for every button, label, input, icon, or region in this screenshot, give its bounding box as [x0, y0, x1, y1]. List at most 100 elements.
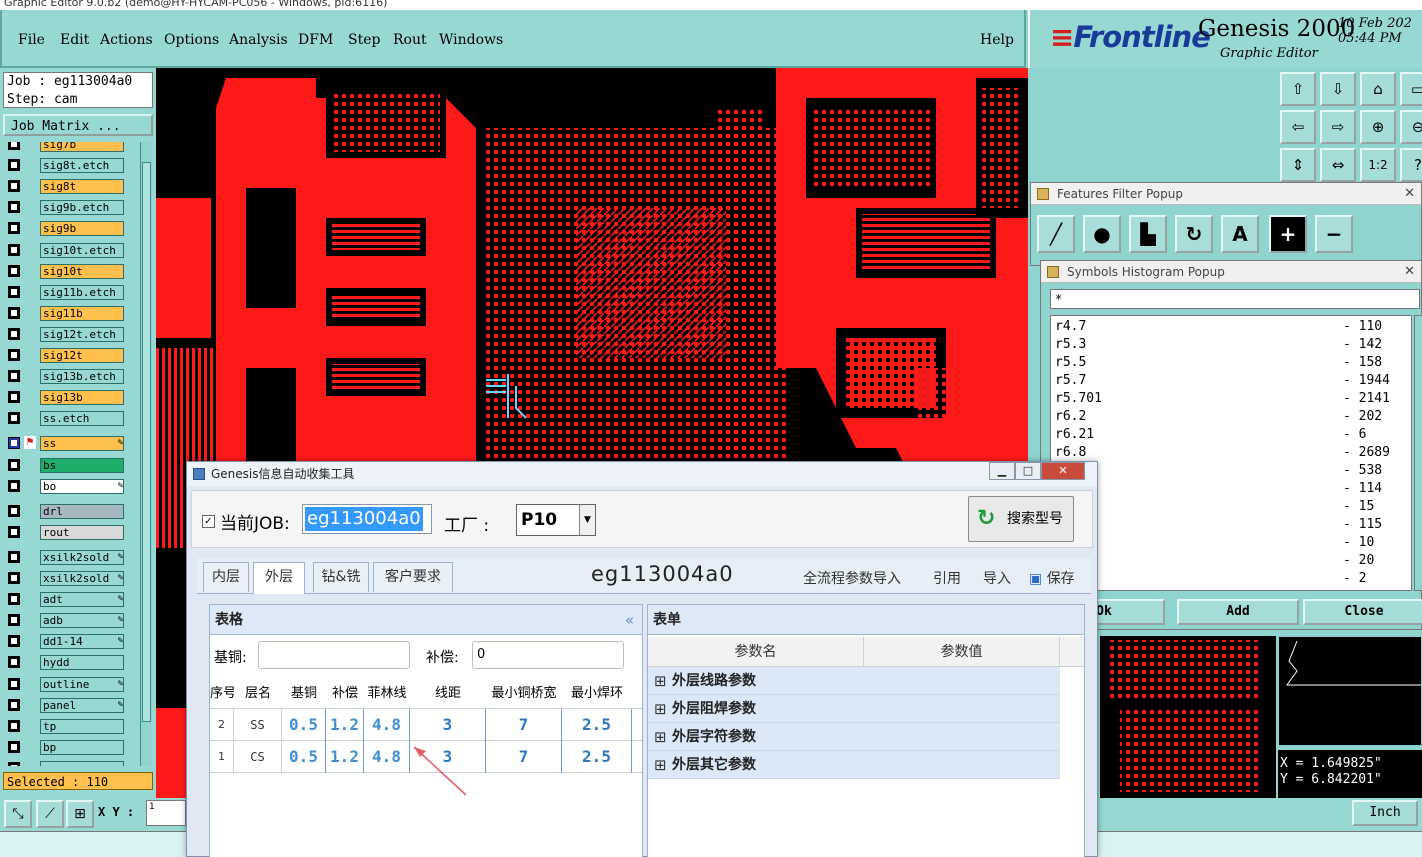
layer-name[interactable]: outline	[40, 676, 124, 692]
down-icon[interactable]: ⇩	[1320, 72, 1356, 106]
layer-row[interactable]: bp	[4, 739, 138, 755]
layer-visibility-checkbox[interactable]	[8, 458, 20, 471]
expand-icon[interactable]: ⇔	[1320, 148, 1356, 182]
col-min-ring-cell[interactable]: 2.5	[562, 709, 632, 741]
layer-visibility-checkbox[interactable]	[8, 719, 20, 732]
layer-row[interactable]: sig9b.etch	[4, 199, 138, 216]
home-icon[interactable]: ⌂	[1360, 72, 1396, 106]
add-button[interactable]: Add	[1177, 599, 1299, 625]
job-checkbox[interactable]: ✓	[202, 515, 215, 528]
symbol-row[interactable]: r6.8 - 2689	[1055, 444, 1405, 462]
expand-icon[interactable]: ⊞	[654, 723, 667, 751]
col-base-copper-cell[interactable]: 0.5	[282, 709, 326, 741]
fit-icon[interactable]: ⇕	[1280, 148, 1316, 182]
symbol-row[interactable]: r6.2 - 202	[1055, 408, 1405, 426]
layer-row[interactable]: sig8t	[4, 178, 138, 195]
col-base-copper-header[interactable]: 基铜	[282, 679, 326, 709]
layer-row[interactable]: sig12t.etch	[4, 326, 138, 342]
layer-name[interactable]: sig9b.etch	[40, 200, 124, 216]
layer-name[interactable]: sig11b.etch	[40, 284, 124, 300]
layer-name[interactable]: dd1-14	[40, 634, 124, 650]
layer-row[interactable]: sig13b.etch	[4, 368, 138, 385]
overview-map[interactable]	[1100, 636, 1276, 798]
form-scrollbar[interactable]	[1061, 667, 1083, 857]
layer-visibility-checkbox[interactable]	[8, 327, 20, 340]
layer-row[interactable]: sig7b	[4, 142, 138, 152]
layer-name[interactable]: rout	[40, 524, 124, 540]
layer-visibility-checkbox[interactable]	[8, 306, 20, 319]
layer-name[interactable]: sig8t.etch	[40, 158, 124, 174]
scale-1-2-icon[interactable]: 1:2	[1360, 148, 1396, 182]
param-group-row[interactable]: ⊞ 外层字符参数	[648, 723, 1060, 751]
menu-file[interactable]: File	[18, 32, 45, 48]
layer-name[interactable]: sig10t.etch	[40, 242, 124, 258]
menu-rout[interactable]: Rout	[393, 32, 427, 48]
layer-name[interactable]: ss	[40, 436, 124, 452]
tab-inner-layer[interactable]: 内层	[203, 562, 249, 592]
layer-name[interactable]: sig7b	[40, 142, 124, 152]
layer-row[interactable]: sig10t	[4, 263, 138, 279]
close-icon[interactable]: ✕	[1041, 462, 1085, 480]
col-layer-cell[interactable]: SS	[234, 709, 282, 741]
layer-visibility-checkbox[interactable]	[8, 243, 20, 256]
layer-visibility-checkbox[interactable]	[8, 159, 20, 172]
layer-visibility-checkbox[interactable]	[8, 698, 20, 711]
layer-row[interactable]: adt ✎	[4, 591, 138, 608]
layer-row[interactable]: panel ✎	[4, 697, 138, 713]
layer-name[interactable]: sig13b.etch	[40, 369, 124, 385]
base-copper-input[interactable]	[258, 641, 410, 669]
layer-row[interactable]: outline ✎	[4, 676, 138, 692]
symbol-row[interactable]: - 538	[1055, 462, 1405, 480]
layer-visibility-checkbox[interactable]	[8, 349, 20, 361]
menu-dfm[interactable]: DFM	[298, 32, 333, 48]
minimize-icon[interactable]: ▁	[989, 462, 1015, 480]
layer-row[interactable]: bo ✎	[4, 478, 138, 494]
layer-row[interactable]: sig12t	[4, 347, 138, 363]
surface-icon[interactable]: ▙	[1129, 215, 1167, 253]
layer-name[interactable]: xsilk2sold	[40, 549, 124, 565]
job-matrix-button[interactable]: Job Matrix ...	[3, 114, 153, 136]
close-button[interactable]: Close	[1303, 599, 1422, 625]
col-layer-header[interactable]: 层名	[234, 679, 282, 709]
menu-actions[interactable]: Actions	[100, 32, 153, 48]
layer-name[interactable]: sig12t	[40, 348, 124, 363]
symbol-row[interactable]: 1- 115	[1055, 516, 1405, 534]
col-index-cell[interactable]: 1	[210, 741, 234, 773]
symbol-list[interactable]: r4.7- 110 r5.3- 142 r5.5- 158 r5.7- 1944 r5.…	[1050, 315, 1412, 591]
layer-row[interactable]: drl	[4, 503, 138, 519]
menu-edit[interactable]: Edit	[60, 32, 89, 48]
layer-row[interactable]: hydd	[4, 654, 138, 671]
layer-row[interactable]: sig10t.etch	[4, 242, 138, 258]
col-comp-cell[interactable]: 1.2	[326, 709, 364, 741]
symbol-row[interactable]: - 2	[1055, 570, 1405, 588]
layer-row[interactable]: bs	[4, 457, 138, 473]
layer-visibility-checkbox[interactable]	[8, 593, 20, 606]
layer-visibility-checkbox[interactable]	[8, 504, 20, 517]
close-icon[interactable]: ✕	[1404, 183, 1415, 205]
layer-row[interactable]: ⚑ ss ✎	[4, 435, 138, 452]
layer-visibility-checkbox[interactable]	[8, 264, 20, 277]
layer-visibility-checkbox[interactable]	[8, 222, 20, 235]
layer-visibility-checkbox[interactable]	[8, 677, 20, 690]
layer-name[interactable]: adb	[40, 613, 124, 629]
col-min-bridge-header[interactable]: 最小铜桥宽	[486, 679, 562, 709]
left-icon[interactable]: ⇦	[1280, 110, 1316, 144]
layer-name[interactable]: tp	[40, 718, 124, 734]
layer-name[interactable]: sig9b	[40, 221, 124, 237]
units-button[interactable]: Inch	[1352, 800, 1418, 826]
save-button[interactable]: ▣ 保存	[1029, 568, 1075, 588]
param-group-row[interactable]: ⊞ 外层线路参数	[648, 667, 1060, 695]
layer-visibility-checkbox[interactable]	[8, 437, 20, 450]
symbol-row[interactable]: r5.7 - 1944	[1055, 372, 1405, 390]
layer-visibility-checkbox[interactable]	[8, 550, 20, 563]
layer-row[interactable]: tp	[4, 718, 138, 734]
symbol-filter-input[interactable]: *	[1050, 289, 1420, 309]
minus-icon[interactable]: −	[1315, 215, 1353, 253]
menu-step[interactable]: Step	[348, 32, 380, 48]
zoom-out-icon[interactable]: ⊖	[1400, 110, 1422, 144]
col-film-line-cell[interactable]: 4.8	[364, 741, 410, 773]
line-icon[interactable]: ╱	[1037, 215, 1075, 253]
symbol-row[interactable]: r5.3 - 142	[1055, 336, 1405, 354]
layer-row[interactable]: sig11b.etch	[4, 284, 138, 300]
text-icon[interactable]: A	[1221, 215, 1259, 253]
